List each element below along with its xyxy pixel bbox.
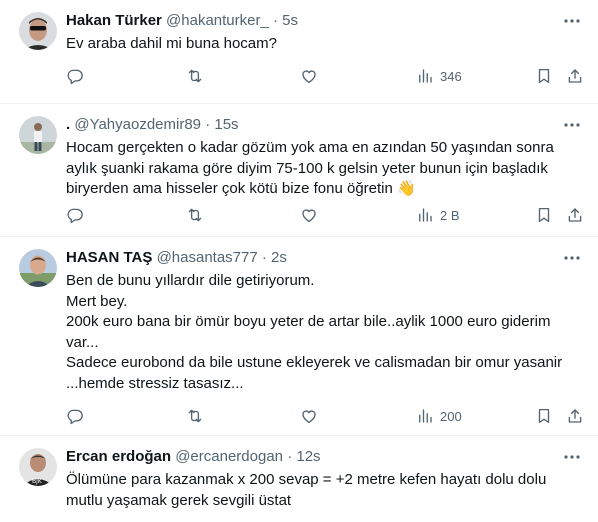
like-button[interactable] bbox=[300, 65, 318, 87]
views-icon bbox=[416, 206, 434, 224]
tweet-text-line: Ev araba dahil mi buna hocam? bbox=[66, 35, 277, 52]
bookmark-button[interactable] bbox=[535, 405, 553, 427]
avatar[interactable] bbox=[19, 116, 57, 154]
action-bar: 2 B bbox=[0, 204, 598, 226]
tweet-header: Ercan erdoğan @ercanerdogan · 12s bbox=[66, 447, 584, 467]
author-handle[interactable]: @hakanturker_ bbox=[166, 12, 269, 29]
timestamp[interactable]: 12s bbox=[296, 448, 320, 465]
bookmark-icon bbox=[535, 67, 553, 85]
tweet-text-line: var... bbox=[66, 333, 99, 351]
retweet-icon bbox=[186, 67, 204, 85]
share-button[interactable] bbox=[566, 65, 584, 87]
like-button[interactable] bbox=[300, 405, 318, 427]
share-icon bbox=[566, 407, 584, 425]
reply-icon bbox=[66, 407, 84, 425]
like-icon bbox=[300, 206, 318, 224]
views-button[interactable]: 346 bbox=[416, 65, 462, 87]
avatar[interactable] bbox=[19, 12, 57, 50]
tweet-text-line: Mert bey. bbox=[66, 292, 128, 310]
author-name[interactable]: Hakan Türker bbox=[66, 12, 162, 29]
tweet-text: Ben de bunu yıllardır dile getiriyorum. … bbox=[66, 271, 584, 394]
tweet-text-line: mutlu yaşamak gerek sevgili üstat bbox=[66, 491, 292, 509]
views-count: 346 bbox=[440, 68, 462, 84]
author-handle[interactable]: @Yahyaozdemir89 bbox=[74, 116, 201, 133]
views-icon bbox=[416, 407, 434, 425]
bookmark-icon bbox=[535, 407, 553, 425]
share-button[interactable] bbox=[566, 405, 584, 427]
action-bar: 346 bbox=[0, 65, 598, 87]
bookmark-icon bbox=[535, 206, 553, 224]
retweet-icon bbox=[186, 206, 204, 224]
tweet[interactable]: BJK Ercan erdoğan @ercanerdogan · 12s Öl… bbox=[0, 436, 598, 522]
retweet-button[interactable] bbox=[186, 65, 204, 87]
separator-dot: · bbox=[261, 249, 267, 266]
more-icon[interactable] bbox=[562, 450, 582, 464]
tweet-text-line: Ben de bunu yıllardır dile getiriyorum. bbox=[66, 272, 315, 289]
more-icon[interactable] bbox=[562, 14, 582, 28]
like-icon bbox=[300, 67, 318, 85]
share-icon bbox=[566, 67, 584, 85]
timestamp[interactable]: 2s bbox=[271, 249, 287, 266]
tweet-header: Hakan Türker @hakanturker_ · 5s bbox=[66, 11, 584, 31]
separator-dot: · bbox=[205, 116, 211, 133]
bookmark-button[interactable] bbox=[535, 204, 553, 226]
tweet-header: . @Yahyaozdemir89 · 15s bbox=[66, 115, 584, 135]
tweet-text-line: Sadece eurobond da bile ustune ekleyerek… bbox=[66, 354, 563, 371]
timestamp[interactable]: 5s bbox=[282, 12, 298, 29]
reply-icon bbox=[66, 67, 84, 85]
svg-text:BJK: BJK bbox=[32, 478, 43, 485]
share-icon bbox=[566, 206, 584, 224]
separator-dot: · bbox=[287, 448, 293, 465]
avatar[interactable] bbox=[19, 249, 57, 287]
avatar-photo bbox=[19, 249, 57, 287]
tweet-text-line: biryerden ama hisseler çok kötü bize fon… bbox=[66, 180, 416, 197]
tweet-text-line: 200k euro bana bir ömür boyu yeter de ar… bbox=[66, 313, 551, 330]
retweet-button[interactable] bbox=[186, 204, 204, 226]
avatar[interactable]: BJK bbox=[19, 448, 57, 486]
tweet-text-line: Hocam gerçekten o kadar gözüm yok ama en… bbox=[66, 139, 554, 156]
views-count: 2 B bbox=[440, 207, 460, 223]
views-count: 200 bbox=[440, 408, 462, 424]
avatar-photo bbox=[19, 12, 57, 50]
bookmark-button[interactable] bbox=[535, 65, 553, 87]
views-button[interactable]: 200 bbox=[416, 405, 462, 427]
retweet-button[interactable] bbox=[186, 405, 204, 427]
views-icon bbox=[416, 67, 434, 85]
reply-button[interactable] bbox=[66, 65, 84, 87]
like-icon bbox=[300, 407, 318, 425]
tweet-header: HASAN TAŞ @hasantas777 · 2s bbox=[66, 248, 584, 268]
author-name[interactable]: Ercan erdoğan bbox=[66, 448, 171, 465]
reply-button[interactable] bbox=[66, 204, 84, 226]
tweet-text: Ölümüne para kazanmak x 200 sevap = +2 m… bbox=[66, 470, 584, 511]
action-bar: 200 bbox=[0, 405, 598, 427]
avatar-photo: BJK bbox=[19, 448, 57, 486]
tweet[interactable]: HASAN TAŞ @hasantas777 · 2s Ben de bunu … bbox=[0, 237, 598, 436]
avatar-photo bbox=[19, 116, 57, 154]
author-name[interactable]: HASAN TAŞ bbox=[66, 249, 152, 266]
more-icon[interactable] bbox=[562, 251, 582, 265]
author-handle[interactable]: @ercanerdogan bbox=[175, 448, 283, 465]
tweet-text-line: aylık şuanki rakama göre diyim 75-100 k … bbox=[66, 159, 548, 177]
author-name[interactable]: . bbox=[66, 116, 70, 133]
tweet[interactable]: . @Yahyaozdemir89 · 15s Hocam gerçekten … bbox=[0, 104, 598, 237]
reply-button[interactable] bbox=[66, 405, 84, 427]
like-button[interactable] bbox=[300, 204, 318, 226]
tweet[interactable]: Hakan Türker @hakanturker_ · 5s Ev araba… bbox=[0, 0, 598, 104]
timestamp[interactable]: 15s bbox=[214, 116, 238, 133]
reply-icon bbox=[66, 206, 84, 224]
retweet-icon bbox=[186, 407, 204, 425]
tweet-text: Hocam gerçekten o kadar gözüm yok ama en… bbox=[66, 138, 584, 200]
views-button[interactable]: 2 B bbox=[416, 204, 460, 226]
separator-dot: · bbox=[273, 12, 278, 29]
author-handle[interactable]: @hasantas777 bbox=[157, 249, 258, 266]
more-icon[interactable] bbox=[562, 118, 582, 132]
share-button[interactable] bbox=[566, 204, 584, 226]
tweet-text-line: ...hemde stressiz tasasız... bbox=[66, 374, 244, 392]
tweet-text: Ev araba dahil mi buna hocam? bbox=[66, 34, 584, 55]
tweet-text-line: Ölümüne para kazanmak x 200 sevap = +2 m… bbox=[66, 471, 547, 488]
